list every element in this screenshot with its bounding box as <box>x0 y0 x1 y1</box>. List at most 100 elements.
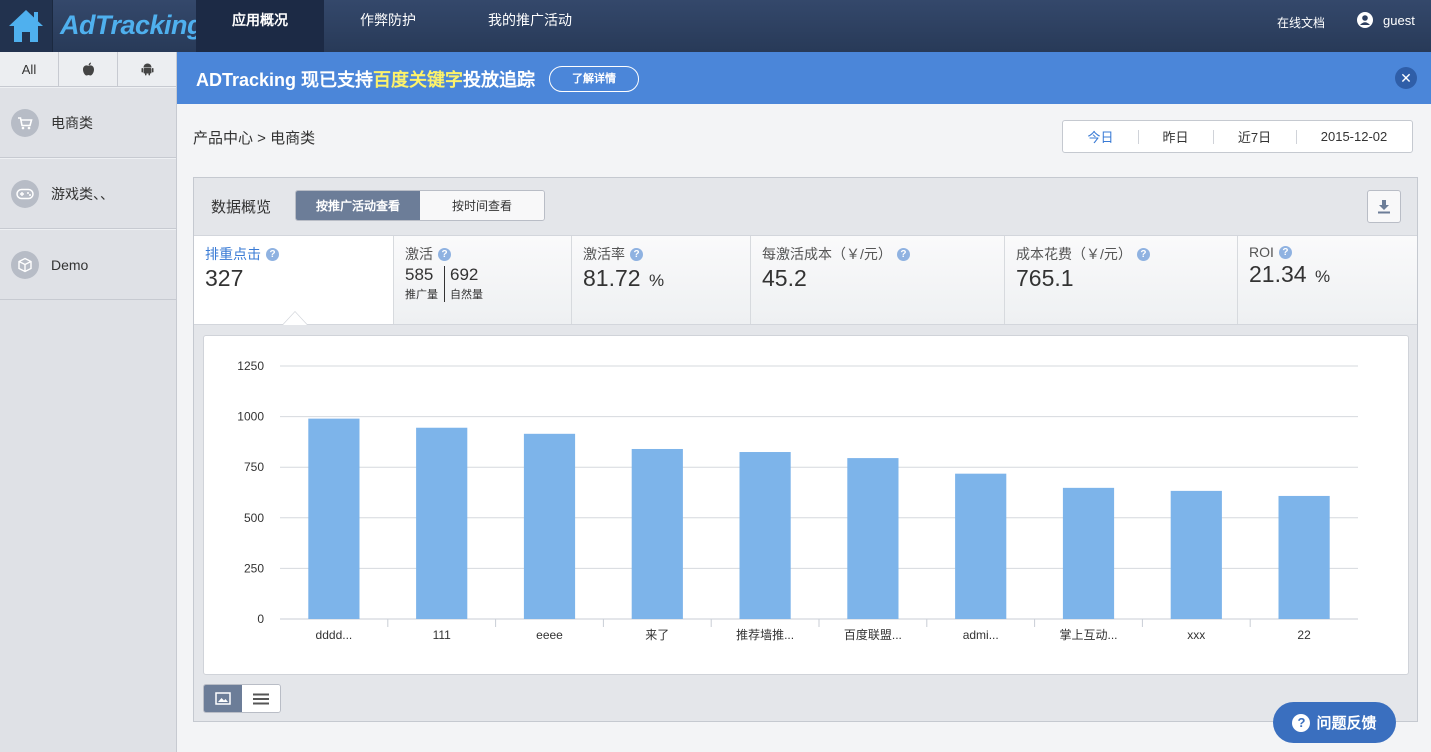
metric-label: 排重点击? <box>205 244 393 264</box>
main-nav: 应用概况 作弊防护 我的推广活动 <box>196 0 608 52</box>
close-icon[interactable]: ✕ <box>1395 67 1417 89</box>
date-option-last7days[interactable]: 近7日 <box>1213 121 1296 152</box>
sidebar-item-label: Demo <box>51 256 89 273</box>
help-icon[interactable]: ? <box>1278 245 1292 259</box>
bar <box>847 458 899 619</box>
view-switch: 按推广活动查看 按时间查看 <box>295 190 545 221</box>
x-tick-label: xxx <box>1187 628 1205 642</box>
active-metric-pointer <box>282 311 308 325</box>
metric-activation-rate[interactable]: 激活率? 81.72 % <box>572 236 751 324</box>
sidebar-item-games[interactable]: 游戏类、、 <box>0 158 176 229</box>
display-mode-switch <box>203 684 281 713</box>
y-tick-label: 1250 <box>237 359 264 373</box>
metric-roi[interactable]: ROI? 21.34 % <box>1238 236 1417 324</box>
image-icon <box>215 692 231 705</box>
metric-unit: % <box>1314 267 1331 286</box>
home-button[interactable] <box>0 0 53 52</box>
bar <box>739 452 791 619</box>
metric-activations[interactable]: 激活? 585 推广量 692 自然量 <box>394 236 572 324</box>
bar <box>1062 487 1115 619</box>
user-icon <box>1357 12 1373 28</box>
metric-cost-per-activation[interactable]: 每激活成本（￥/元）? 45.2 <box>751 236 1005 324</box>
metric-label-text: 成本花费（￥/元） <box>1016 246 1132 262</box>
bar <box>1278 495 1330 619</box>
date-picker[interactable]: 2015-12-02 <box>1296 121 1412 152</box>
platform-tab-android[interactable] <box>118 52 176 86</box>
nav-fraud-protection[interactable]: 作弊防护 <box>324 0 452 52</box>
metric-number: 21.34 <box>1249 261 1307 287</box>
metric-label: ROI? <box>1249 244 1417 260</box>
promoted-label: 推广量 <box>405 289 438 301</box>
promoted-value: 585 <box>405 265 434 284</box>
list-view-button[interactable] <box>242 685 280 712</box>
platform-tab-all[interactable]: All <box>0 52 59 86</box>
help-icon[interactable]: ? <box>896 247 910 261</box>
x-tick-label: dddd... <box>316 628 353 642</box>
metric-label: 成本花费（￥/元）? <box>1016 244 1237 264</box>
top-navbar: AdTracking 应用概况 作弊防护 我的推广活动 在线文档 guest <box>0 0 1431 52</box>
download-icon <box>1378 200 1390 214</box>
metrics-row: 排重点击? 327 激活? 585 推广量 692 自然量 激活率? 81.72… <box>194 235 1417 325</box>
metric-number: 81.72 <box>583 265 641 291</box>
android-icon <box>141 63 153 76</box>
nav-app-overview[interactable]: 应用概况 <box>196 0 324 52</box>
bar <box>1170 490 1222 619</box>
online-docs-link[interactable]: 在线文档 <box>1245 14 1325 31</box>
metric-label: 每激活成本（￥/元）? <box>762 244 1004 264</box>
nav-my-campaigns[interactable]: 我的推广活动 <box>452 0 608 52</box>
learn-more-button[interactable]: 了解详情 <box>549 66 639 92</box>
feedback-button[interactable]: ? 问题反馈 <box>1273 702 1396 743</box>
download-button[interactable] <box>1367 190 1401 223</box>
view-by-time-button[interactable]: 按时间查看 <box>420 191 544 220</box>
help-icon[interactable]: ? <box>630 247 643 261</box>
metric-label-text: 激活率 <box>583 246 625 262</box>
x-tick-label: 22 <box>1297 628 1311 642</box>
banner-text: ADTracking 现已支持百度关键字投放追踪 <box>196 66 535 92</box>
announcement-banner: ADTracking 现已支持百度关键字投放追踪 了解详情 ✕ <box>177 52 1431 104</box>
metric-value: 327 <box>205 265 244 291</box>
question-icon: ? <box>1292 713 1311 732</box>
metric-label: 激活? <box>405 244 571 264</box>
date-option-yesterday[interactable]: 昨日 <box>1138 121 1213 152</box>
feedback-label: 问题反馈 <box>1316 715 1377 732</box>
banner-text-highlight: 百度关键字 <box>373 70 464 90</box>
platform-tab-ios[interactable] <box>59 52 118 86</box>
promoted-activations: 585 推广量 <box>405 266 444 302</box>
app-logo[interactable]: AdTracking <box>60 8 204 42</box>
help-icon[interactable]: ? <box>266 247 279 261</box>
bar-chart-svg: 0 250 500 750 1000 1250 dddd... 111 eeee 来了 推荐墙推..… <box>237 359 1358 642</box>
bar <box>523 433 576 619</box>
x-tick-label: 掌上互动... <box>1059 628 1117 642</box>
sidebar: All 电商类 游戏类、、 Demo <box>0 52 177 752</box>
view-by-campaign-button[interactable]: 按推广活动查看 <box>296 191 420 220</box>
x-tick-label: eeee <box>536 628 563 642</box>
x-tick-label: 推荐墙推... <box>736 628 794 642</box>
x-tick-label: 111 <box>433 628 452 642</box>
sidebar-item-demo[interactable]: Demo <box>0 229 176 300</box>
user-name: guest <box>1383 12 1415 28</box>
bar <box>308 418 360 619</box>
bar <box>631 448 683 619</box>
x-tick-label: 来了 <box>645 628 669 642</box>
sidebar-item-ecommerce[interactable]: 电商类 <box>0 87 176 158</box>
metric-value: 45.2 <box>762 265 807 291</box>
y-tick-label: 250 <box>244 561 264 575</box>
metric-total-cost[interactable]: 成本花费（￥/元）? 765.1 <box>1005 236 1238 324</box>
metric-value: 21.34 % <box>1249 261 1417 288</box>
x-tick-label: 百度联盟... <box>844 627 902 642</box>
help-icon[interactable]: ? <box>1136 247 1150 261</box>
organic-activations: 692 自然量 <box>444 266 489 302</box>
date-option-today[interactable]: 今日 <box>1063 121 1138 152</box>
metric-value: 81.72 % <box>583 265 750 292</box>
platform-tabs: All <box>0 52 176 87</box>
metric-label-text: 排重点击 <box>205 246 261 262</box>
x-tick-label: admi... <box>963 628 999 642</box>
panel-title: 数据概览 <box>211 199 272 216</box>
apple-icon <box>82 62 94 76</box>
box-icon <box>11 250 39 279</box>
breadcrumb: 产品中心 > 电商类 <box>193 130 316 147</box>
metric-label-text: ROI <box>1249 244 1274 260</box>
help-icon[interactable]: ? <box>438 247 451 261</box>
chart-view-button[interactable] <box>204 685 242 712</box>
user-menu[interactable]: guest <box>1357 12 1427 28</box>
